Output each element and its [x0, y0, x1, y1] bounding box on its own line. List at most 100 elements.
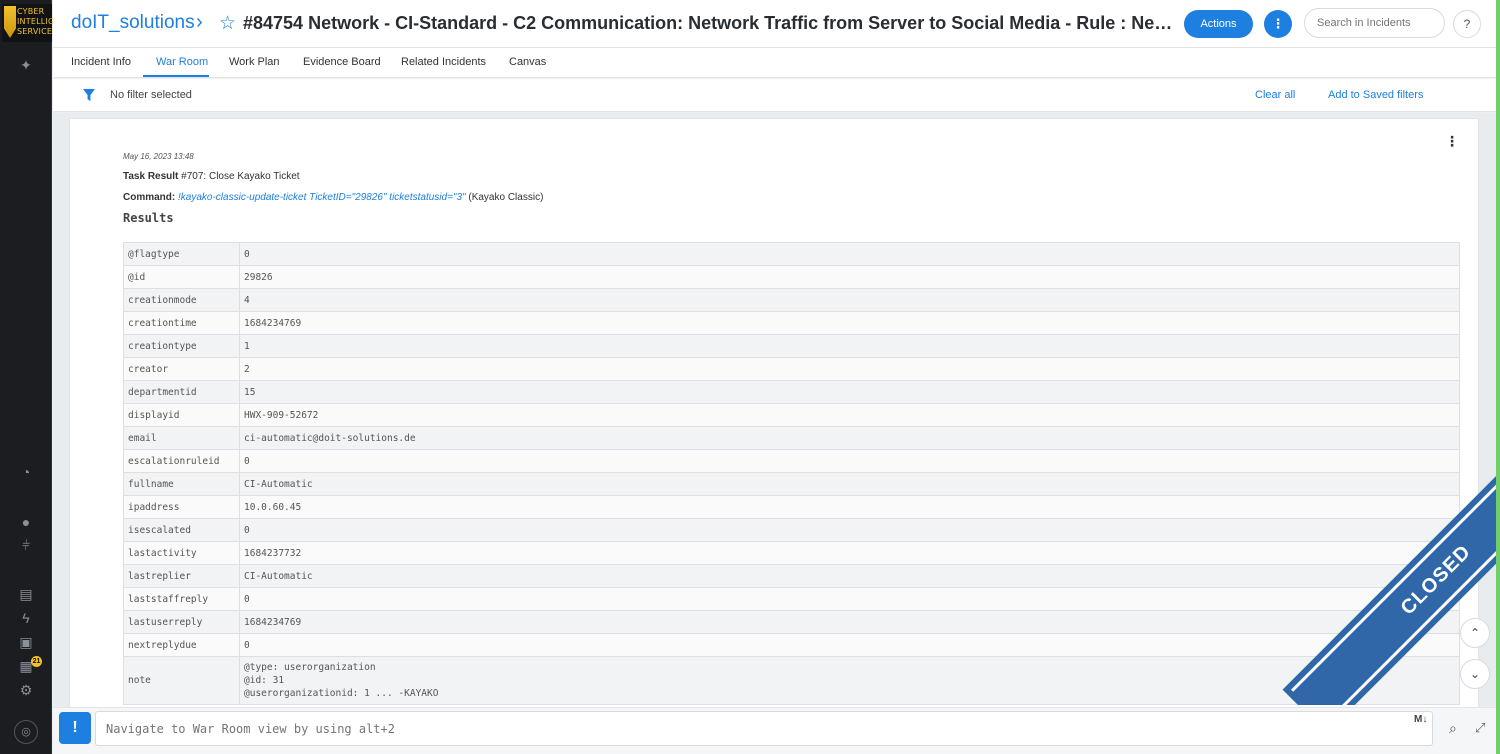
clear-all-link[interactable]: Clear all	[1255, 89, 1295, 101]
table-row: laststaffreply 0	[123, 587, 1460, 611]
expand-icon[interactable]: ⤢	[1475, 720, 1485, 736]
table-row: email ci-automatic@doit-solutions.de	[123, 426, 1460, 450]
result-key: displayid	[123, 403, 240, 427]
actions-button[interactable]: Actions	[1184, 10, 1253, 38]
tab-evidence-board[interactable]: Evidence Board	[303, 56, 381, 68]
result-key: email	[123, 426, 240, 450]
result-key: ipaddress	[123, 495, 240, 519]
scroll-up-icon[interactable]: ⌃	[1460, 618, 1490, 648]
command-link[interactable]: !kayako-classic-update-ticket TicketID="…	[178, 192, 466, 203]
tab-canvas[interactable]: Canvas	[509, 56, 546, 68]
table-row: departmentid 15	[123, 380, 1460, 404]
attachment-paperclip-icon[interactable]: ⌕	[1449, 720, 1457, 737]
scroll-down-icon[interactable]: ⌄	[1460, 659, 1490, 689]
tab-war-room[interactable]: War Room	[156, 56, 208, 68]
tab-related-incidents[interactable]: Related Incidents	[401, 56, 486, 68]
result-key: nextreplydue	[123, 633, 240, 657]
result-value: 0	[239, 449, 1460, 473]
automation-bolt-icon[interactable]: ϟ	[18, 610, 34, 626]
table-row: lastuserreply 1684234769	[123, 610, 1460, 634]
table-row: lastreplier CI-Automatic	[123, 564, 1460, 588]
result-value: 1684234769	[239, 610, 1460, 634]
logo-line-2: INTELLIG	[17, 17, 55, 26]
left-nav-rail: CYBER INTELLIG SERVICE ✦ ◔ ● ⫩ ▤ ϟ ▣ ▦ 2…	[0, 0, 55, 754]
result-value: 0	[239, 587, 1460, 611]
cli-bar: ! M↓ ⌕ ⤢	[53, 707, 1500, 754]
filter-status: No filter selected	[110, 89, 192, 101]
task-result-line: Task Result #707: Close Kayako Ticket	[123, 171, 300, 182]
table-row: @flagtype 0	[123, 242, 1460, 266]
breadcrumb-tenant[interactable]: doIT_solutions	[71, 12, 195, 34]
search-incidents-input[interactable]	[1304, 8, 1445, 38]
result-key: lastactivity	[123, 541, 240, 565]
war-room-entry: ⋮ May 16, 2023 13:48 Task Result #707: C…	[69, 118, 1479, 707]
task-name: Close Kayako Ticket	[208, 171, 300, 182]
notification-badge: 21	[31, 656, 42, 667]
result-value-note: @type: userorganization @id: 31 @userorgan…	[239, 656, 1460, 705]
help-button[interactable]: ?	[1453, 10, 1481, 38]
threat-icon[interactable]: ●	[18, 514, 34, 530]
table-row: isescalated 0	[123, 518, 1460, 542]
result-value: CI-Automatic	[239, 564, 1460, 588]
result-value: 0	[239, 242, 1460, 266]
result-value: 0	[239, 633, 1460, 657]
result-key: escalationruleid	[123, 449, 240, 473]
result-value: 4	[239, 288, 1460, 312]
entry-menu-icon[interactable]: ⋮	[1445, 133, 1459, 150]
task-ref: #707:	[181, 171, 207, 182]
shield-icon	[4, 6, 16, 38]
result-key: @id	[123, 265, 240, 289]
incident-title: #84754 Network - CI-Standard - C2 Commun…	[243, 13, 1178, 34]
markdown-toggle[interactable]: M↓	[1414, 714, 1427, 725]
company-logo[interactable]: CYBER INTELLIG SERVICE	[2, 4, 55, 42]
filter-funnel-icon[interactable]	[83, 89, 95, 101]
war-room-cli-input[interactable]	[95, 711, 1433, 746]
result-key: lastreplier	[123, 564, 240, 588]
table-row: escalationruleid 0	[123, 449, 1460, 473]
table-row: creationmode 4	[123, 288, 1460, 312]
table-row: nextreplydue 0	[123, 633, 1460, 657]
war-room-feed[interactable]: ⋮ May 16, 2023 13:48 Task Result #707: C…	[53, 113, 1500, 707]
result-key: departmentid	[123, 380, 240, 404]
table-row: ipaddress 10.0.60.45	[123, 495, 1460, 519]
result-key: note	[123, 656, 240, 705]
result-value: 10.0.60.45	[239, 495, 1460, 519]
command-mode-button[interactable]: !	[59, 712, 91, 744]
user-avatar-icon[interactable]: ◎	[14, 720, 38, 744]
result-value: 1684234769	[239, 311, 1460, 335]
command-label: Command:	[123, 192, 176, 203]
table-row: creationtype 1	[123, 334, 1460, 358]
book-icon[interactable]: ▤	[18, 586, 34, 602]
table-row: note @type: userorganization @id: 31 @usero…	[123, 656, 1460, 705]
table-row: creationtime 1684234769	[123, 311, 1460, 335]
result-key: fullname	[123, 472, 240, 496]
add-saved-filter-link[interactable]: Add to Saved filters	[1328, 89, 1423, 101]
gear-icon[interactable]: ⚙	[18, 682, 34, 698]
result-value: 2	[239, 357, 1460, 381]
more-options-icon[interactable]: ⋮	[1264, 10, 1292, 38]
result-value: 0	[239, 518, 1460, 542]
dashboard-gauge-icon[interactable]: ◔	[18, 464, 34, 480]
result-value: 1	[239, 334, 1460, 358]
table-row: displayid HWX-909-52672	[123, 403, 1460, 427]
chevron-right-icon: ›	[196, 11, 203, 33]
result-value: HWX-909-52672	[239, 403, 1460, 427]
note-line: @type: userorganization	[244, 662, 376, 673]
tab-incident-info[interactable]: Incident Info	[71, 56, 131, 68]
result-key: creationtype	[123, 334, 240, 358]
tab-work-plan[interactable]: Work Plan	[229, 56, 280, 68]
pin-icon[interactable]: ✦	[18, 57, 34, 73]
incident-id: #84754	[243, 13, 304, 33]
briefcase-icon[interactable]: ▣	[18, 634, 34, 650]
logo-line-3: SERVICE	[17, 27, 53, 36]
window-edge	[1496, 0, 1500, 754]
result-key: lastuserreply	[123, 610, 240, 634]
result-value: 1684237732	[239, 541, 1460, 565]
table-row: fullname CI-Automatic	[123, 472, 1460, 496]
command-line: Command: !kayako-classic-update-ticket T…	[123, 192, 543, 203]
star-icon[interactable]: ☆	[219, 12, 236, 35]
note-line: @id: 31	[244, 675, 285, 686]
incident-name: Network - CI-Standard - C2 Communication…	[308, 13, 1178, 33]
task-result-label: Task Result	[123, 171, 179, 182]
settings-sliders-icon[interactable]: ⫩	[18, 537, 34, 553]
